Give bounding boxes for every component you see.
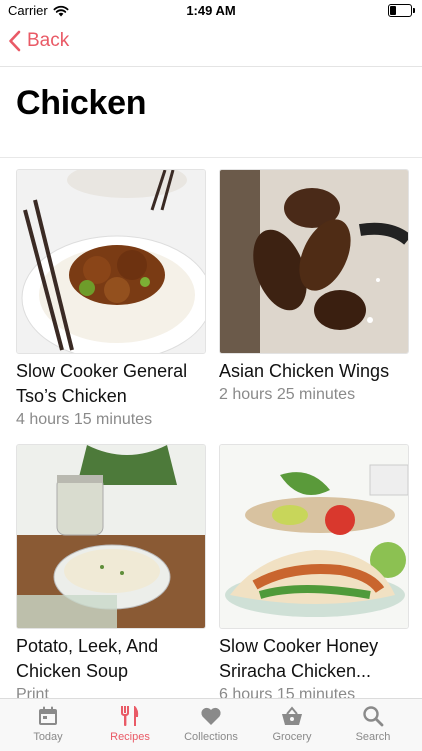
tab-label: Collections <box>184 731 238 743</box>
tab-label: Today <box>33 731 63 743</box>
fork-knife-icon <box>121 706 139 726</box>
tab-search[interactable]: Search <box>331 703 415 743</box>
recipe-time: 4 hours 15 minutes <box>16 411 153 428</box>
page-title: Chicken <box>16 84 147 122</box>
recipe-title: Asian Chicken Wings <box>219 361 390 381</box>
recipe-card-honey-sriracha-chicken[interactable]: Slow Cooker Honey Sriracha Chicken... 6 … <box>219 444 409 706</box>
recipe-title: Slow Cooker General Tso’s Chicken <box>16 361 188 406</box>
recipe-image <box>16 444 206 629</box>
tab-grocery[interactable]: Grocery <box>250 703 334 743</box>
recipe-title: Slow Cooker Honey Sriracha Chicken... <box>219 636 379 681</box>
tab-label: Recipes <box>110 731 150 743</box>
calendar-icon <box>39 706 57 725</box>
tab-label: Grocery <box>272 731 312 743</box>
recipe-image <box>219 169 409 354</box>
recipe-time: 2 hours 25 minutes <box>219 386 356 403</box>
navigation-bar: Back <box>0 22 422 67</box>
back-button[interactable]: Back <box>8 30 69 52</box>
chevron-left-icon <box>9 30 21 52</box>
heart-icon <box>201 707 221 725</box>
header-divider <box>0 157 422 158</box>
recipe-card-potato-leek-soup[interactable]: Potato, Leek, And Chicken Soup Print <box>16 444 206 706</box>
status-time: 1:49 AM <box>186 3 236 18</box>
status-bar: Carrier 1:49 AM <box>0 0 422 22</box>
tab-recipes[interactable]: Recipes <box>88 703 172 743</box>
tab-label: Search <box>355 731 391 743</box>
recipe-image <box>16 169 206 354</box>
search-icon <box>363 706 384 727</box>
recipe-card-general-tso[interactable]: Slow Cooker General Tso’s Chicken 4 hour… <box>16 169 206 431</box>
recipe-card-chicken-wings[interactable]: Asian Chicken Wings 2 hours 25 minutes <box>219 169 409 406</box>
back-label: Back <box>27 30 70 51</box>
tab-bar: Today Recipes Collections Grocery Search <box>0 698 422 751</box>
tab-collections[interactable]: Collections <box>169 703 253 743</box>
recipe-image <box>219 444 409 629</box>
basket-icon <box>282 706 302 725</box>
battery-icon <box>388 4 415 17</box>
tab-today[interactable]: Today <box>6 703 90 743</box>
recipe-title: Potato, Leek, And Chicken Soup <box>16 636 159 681</box>
